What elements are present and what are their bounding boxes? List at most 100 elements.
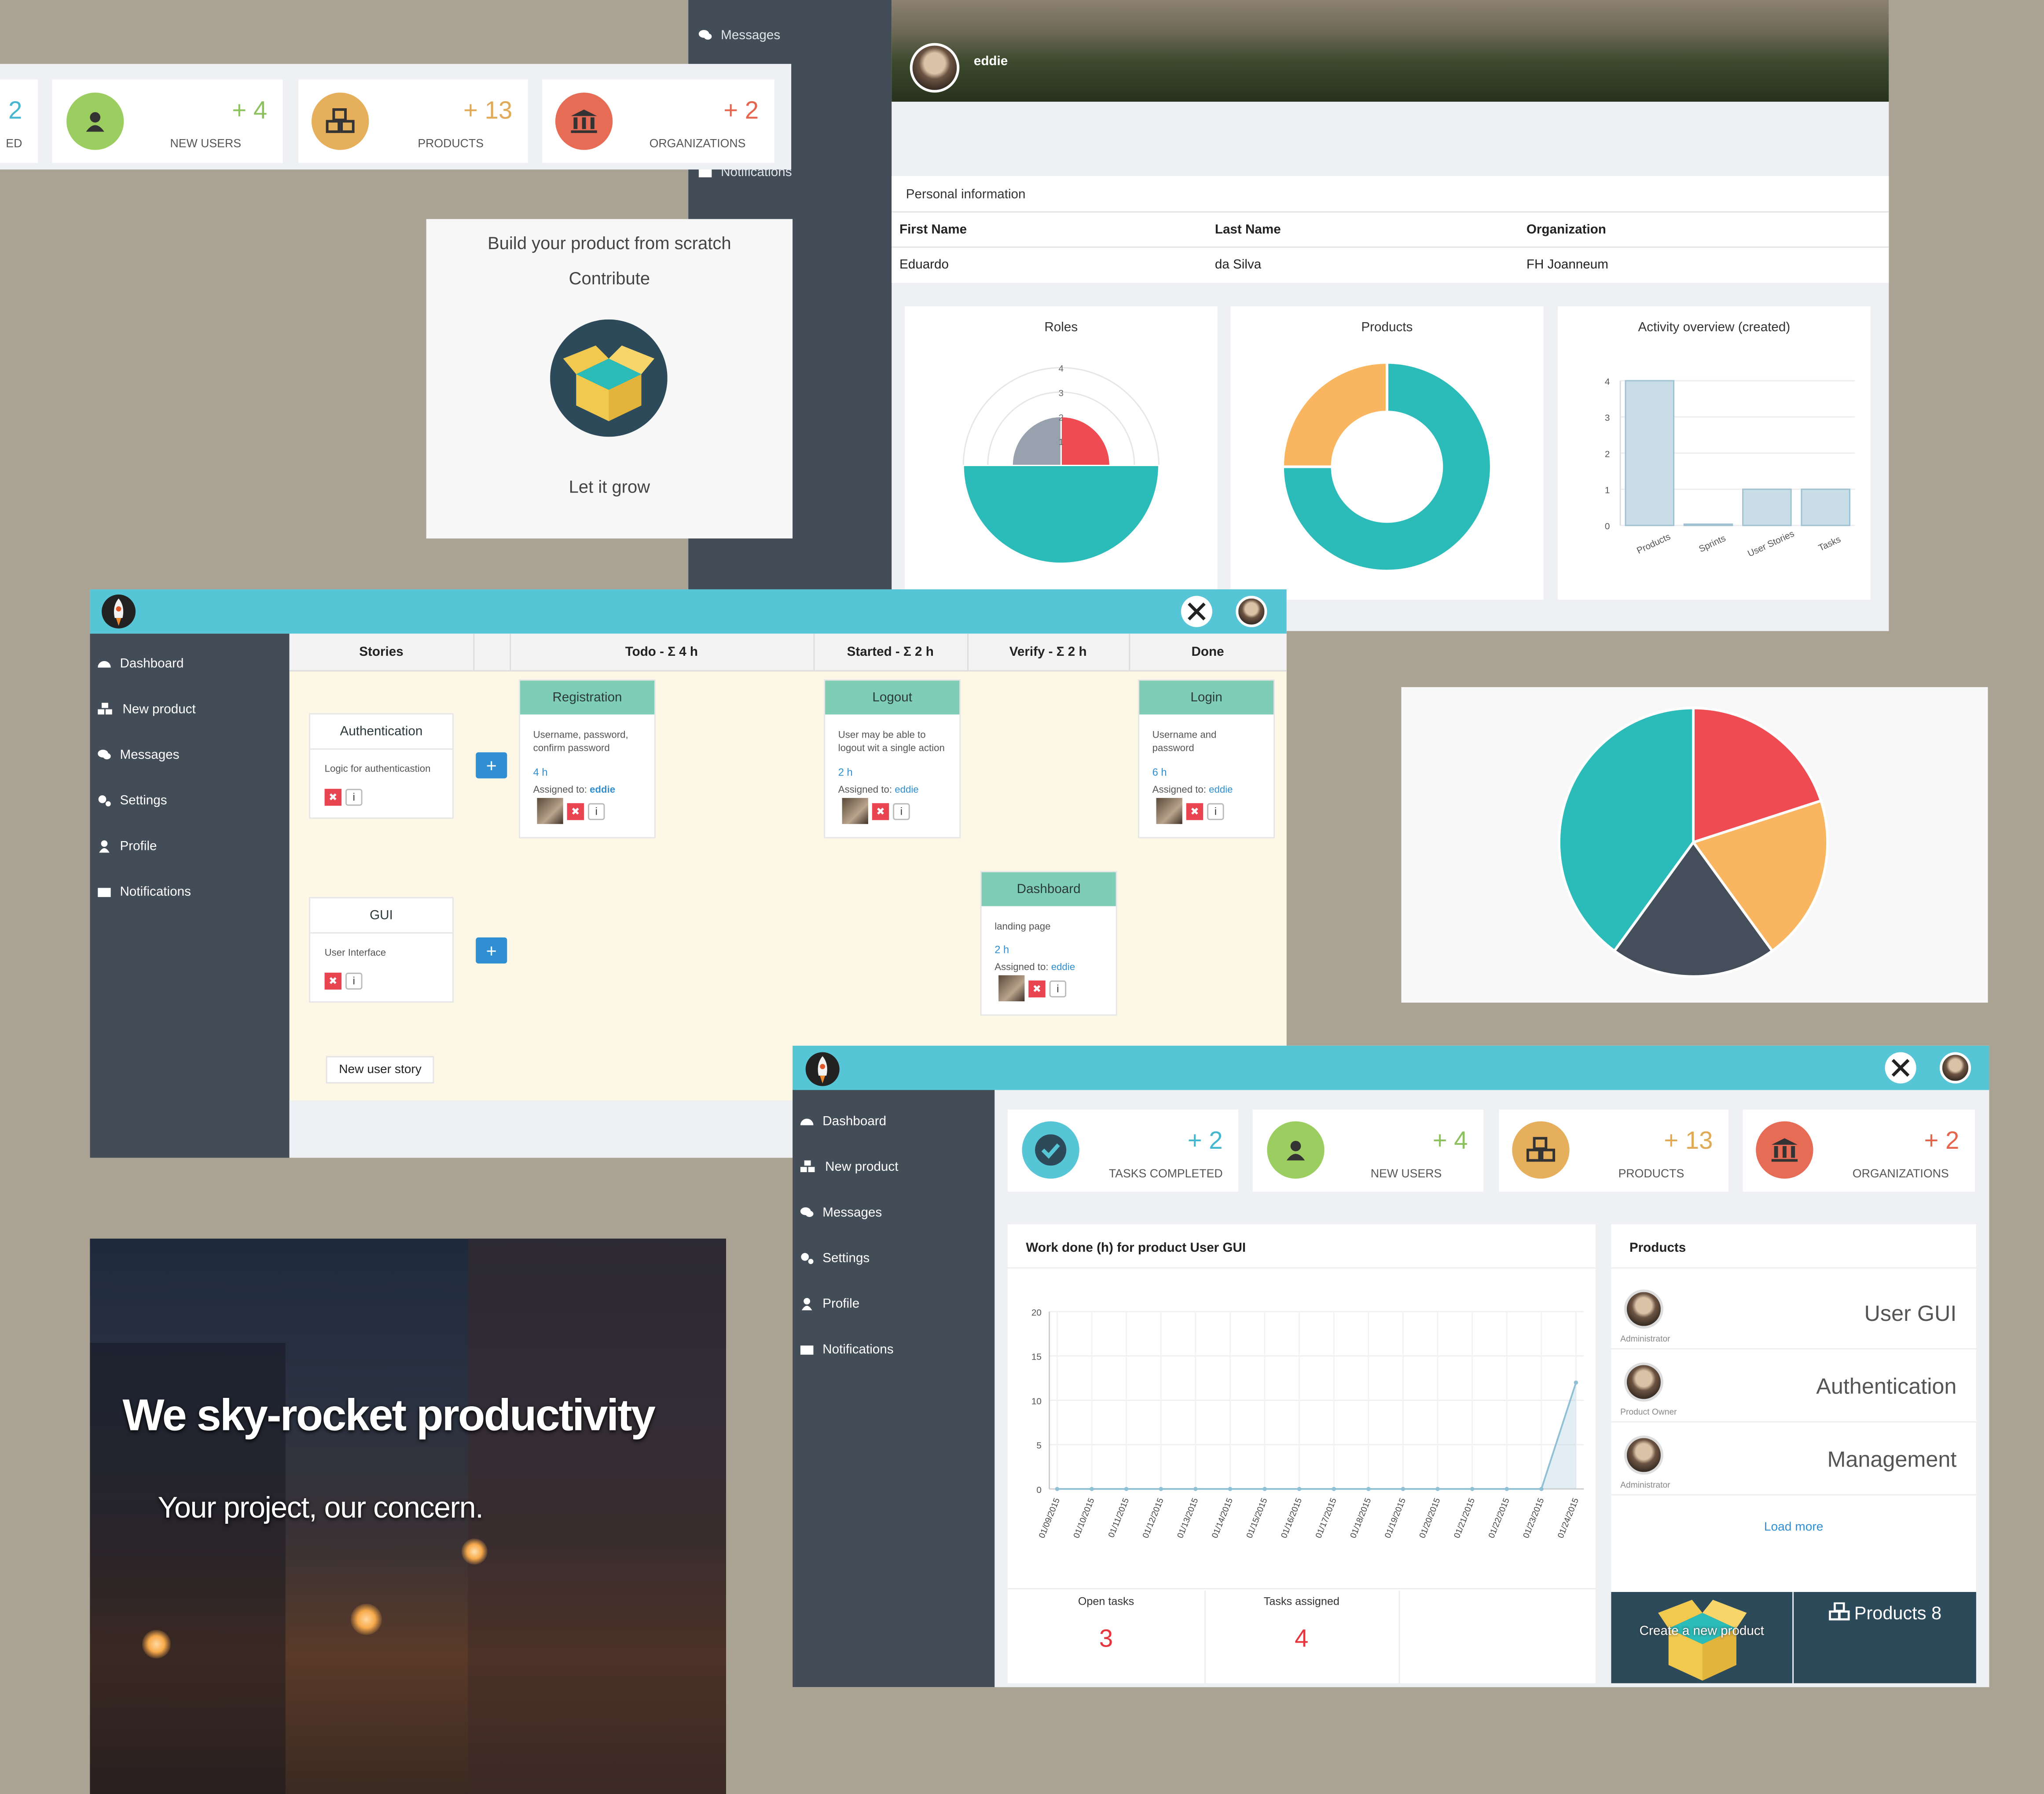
stat-organizations: + 2 ORGANIZATIONS (1743, 1109, 1975, 1192)
nav-messages[interactable]: Messages (698, 22, 780, 48)
story-card[interactable]: GUI User Interface ✖ i (309, 897, 454, 1003)
nav-settings[interactable]: Settings (98, 787, 167, 813)
add-task-button[interactable]: + (476, 752, 507, 779)
assignee-link[interactable]: eddie (1209, 783, 1233, 795)
rocket-logo-icon[interactable] (102, 594, 136, 629)
scrum-user-avatar[interactable] (1236, 596, 1267, 627)
line-x-tick-label: 01/13/2015 (1176, 1497, 1200, 1540)
nav-dashboard[interactable]: Dashboard (800, 1108, 886, 1134)
delete-button[interactable]: ✖ (1186, 802, 1204, 820)
story-desc: Logic for authenticastion (324, 762, 431, 775)
stat-number: + 13 (1664, 1128, 1713, 1155)
tasks-assigned-label: Tasks assigned (1263, 1594, 1339, 1608)
activity-card: Activity overview (created) 0 1 2 3 4 Product… (1557, 306, 1871, 600)
task-title: Dashboard (981, 872, 1116, 906)
assignee-link[interactable]: eddie (895, 783, 918, 795)
add-task-button[interactable]: + (476, 937, 507, 964)
info-button[interactable]: i (1049, 980, 1067, 997)
task-card-logout[interactable]: Logout User may be able to logout wit a … (824, 679, 961, 838)
assignee-link[interactable]: eddie (590, 783, 615, 795)
delete-button[interactable]: ✖ (324, 789, 342, 806)
dashboard-sidebar: Dashboard New product Messages Settings … (793, 1090, 995, 1687)
col-spacer (473, 633, 511, 670)
product-name[interactable]: Authentication (1816, 1374, 1956, 1400)
divider (1007, 1588, 1596, 1590)
stat-label: NEW USERS (1370, 1167, 1442, 1180)
line-x-tick-label: 01/22/2015 (1487, 1497, 1512, 1540)
delete-button[interactable]: ✖ (872, 802, 889, 820)
info-button[interactable]: i (345, 789, 363, 806)
chat-icon (698, 30, 712, 40)
product-owner-avatar (1624, 1289, 1663, 1329)
task-card-login[interactable]: Login Username and password 6 h Assigned… (1138, 679, 1275, 838)
nav-messages[interactable]: Messages (800, 1199, 882, 1225)
task-card-dashboard[interactable]: Dashboard landing page 2 h Assigned to: … (980, 871, 1117, 1016)
task-card-registration[interactable]: Registration Username, password, confirm… (518, 679, 656, 838)
tools-icon[interactable] (1885, 1052, 1916, 1084)
nav-notifications[interactable]: Notifications (98, 879, 191, 905)
new-user-story-button[interactable]: New user story (326, 1056, 435, 1084)
product-name[interactable]: User GUI (1864, 1301, 1957, 1327)
nav-profile[interactable]: Profile (800, 1291, 859, 1317)
line-point (1124, 1487, 1129, 1491)
nav-label: Dashboard (822, 1114, 887, 1129)
line-x-tick-label: 01/09/2015 (1037, 1497, 1062, 1540)
task-title: Registration (520, 680, 655, 715)
nav-new-product[interactable]: New product (800, 1154, 899, 1180)
avatar (537, 798, 563, 824)
info-button[interactable]: i (1207, 802, 1224, 820)
line-x-tick-label: 01/21/2015 (1453, 1497, 1477, 1540)
products-list-card: Products Administrator User GUI Product … (1611, 1224, 1976, 1592)
stat-new-users: + 4 NEW USERS (1252, 1109, 1484, 1192)
line-x-tick-label: 01/14/2015 (1210, 1497, 1235, 1540)
load-more-link[interactable]: Load more (1611, 1520, 1976, 1535)
rocket-logo-icon[interactable] (805, 1052, 840, 1086)
delete-button[interactable]: ✖ (324, 973, 342, 990)
work-done-card: Work done (h) for product User GUI 0 5 10 1… (1007, 1224, 1596, 1684)
bar-x-tick-label: User Stories (1746, 529, 1796, 559)
stat-label: TASKS COMPLETED (1108, 1167, 1223, 1180)
products-card: Products (1230, 306, 1544, 600)
divider (1007, 1267, 1596, 1269)
col-started: Started - Σ 2 h (813, 633, 969, 670)
story-card[interactable]: Authentication Logic for authenticastion… (309, 713, 454, 819)
assigned-label: Assigned to: (1152, 783, 1206, 796)
assignee-link[interactable]: eddie (1051, 961, 1075, 973)
info-button[interactable]: i (893, 802, 910, 820)
nav-new-product[interactable]: New product (98, 696, 196, 722)
line-y-tick-label: 20 (1031, 1308, 1042, 1318)
col-first-name: First Name (899, 223, 967, 238)
line-point (1401, 1487, 1405, 1491)
nav-messages[interactable]: Messages (98, 742, 180, 768)
task-hours: 2 h (838, 766, 853, 779)
task-title: Logout (825, 680, 960, 715)
line-x-tick-label: 01/24/2015 (1556, 1497, 1581, 1540)
col-done: Done (1191, 644, 1224, 659)
nav-settings[interactable]: Settings (800, 1245, 870, 1271)
delete-button[interactable]: ✖ (567, 802, 584, 820)
nav-dashboard[interactable]: Dashboard (98, 651, 183, 676)
assigned-label: Assigned to: (533, 783, 587, 796)
bar-y-tick-label: 0 (1605, 522, 1610, 532)
nav-label: Profile (822, 1297, 860, 1311)
nav-notifications[interactable]: Notifications (800, 1336, 894, 1362)
create-product-label: Create a new product (1639, 1625, 1764, 1639)
roles-polar-chart: 1 2 3 4 (962, 364, 1160, 564)
dashboard-user-avatar[interactable] (1939, 1052, 1971, 1084)
products-count-tile[interactable]: Products 8 (1794, 1592, 1976, 1684)
activity-bar-chart: 0 1 2 3 4 Products Sprints User Stories Tasks (1605, 377, 1855, 559)
info-button[interactable]: i (587, 802, 605, 820)
profile-avatar[interactable] (910, 43, 960, 93)
create-product-tile[interactable]: Create a new product (1611, 1592, 1793, 1684)
product-name[interactable]: Management (1827, 1447, 1956, 1473)
open-tasks-label: Open tasks (1078, 1594, 1134, 1608)
delete-button[interactable]: ✖ (1028, 980, 1046, 997)
stat-products: + 13 PRODUCTS (1499, 1109, 1729, 1192)
nav-label: New product (825, 1159, 899, 1174)
hero-light (461, 1538, 488, 1565)
line-point (1055, 1487, 1060, 1491)
line-x-tick-label: 01/10/2015 (1072, 1497, 1097, 1540)
nav-profile[interactable]: Profile (98, 833, 157, 859)
info-button[interactable]: i (345, 973, 363, 990)
tools-icon[interactable] (1181, 596, 1212, 627)
